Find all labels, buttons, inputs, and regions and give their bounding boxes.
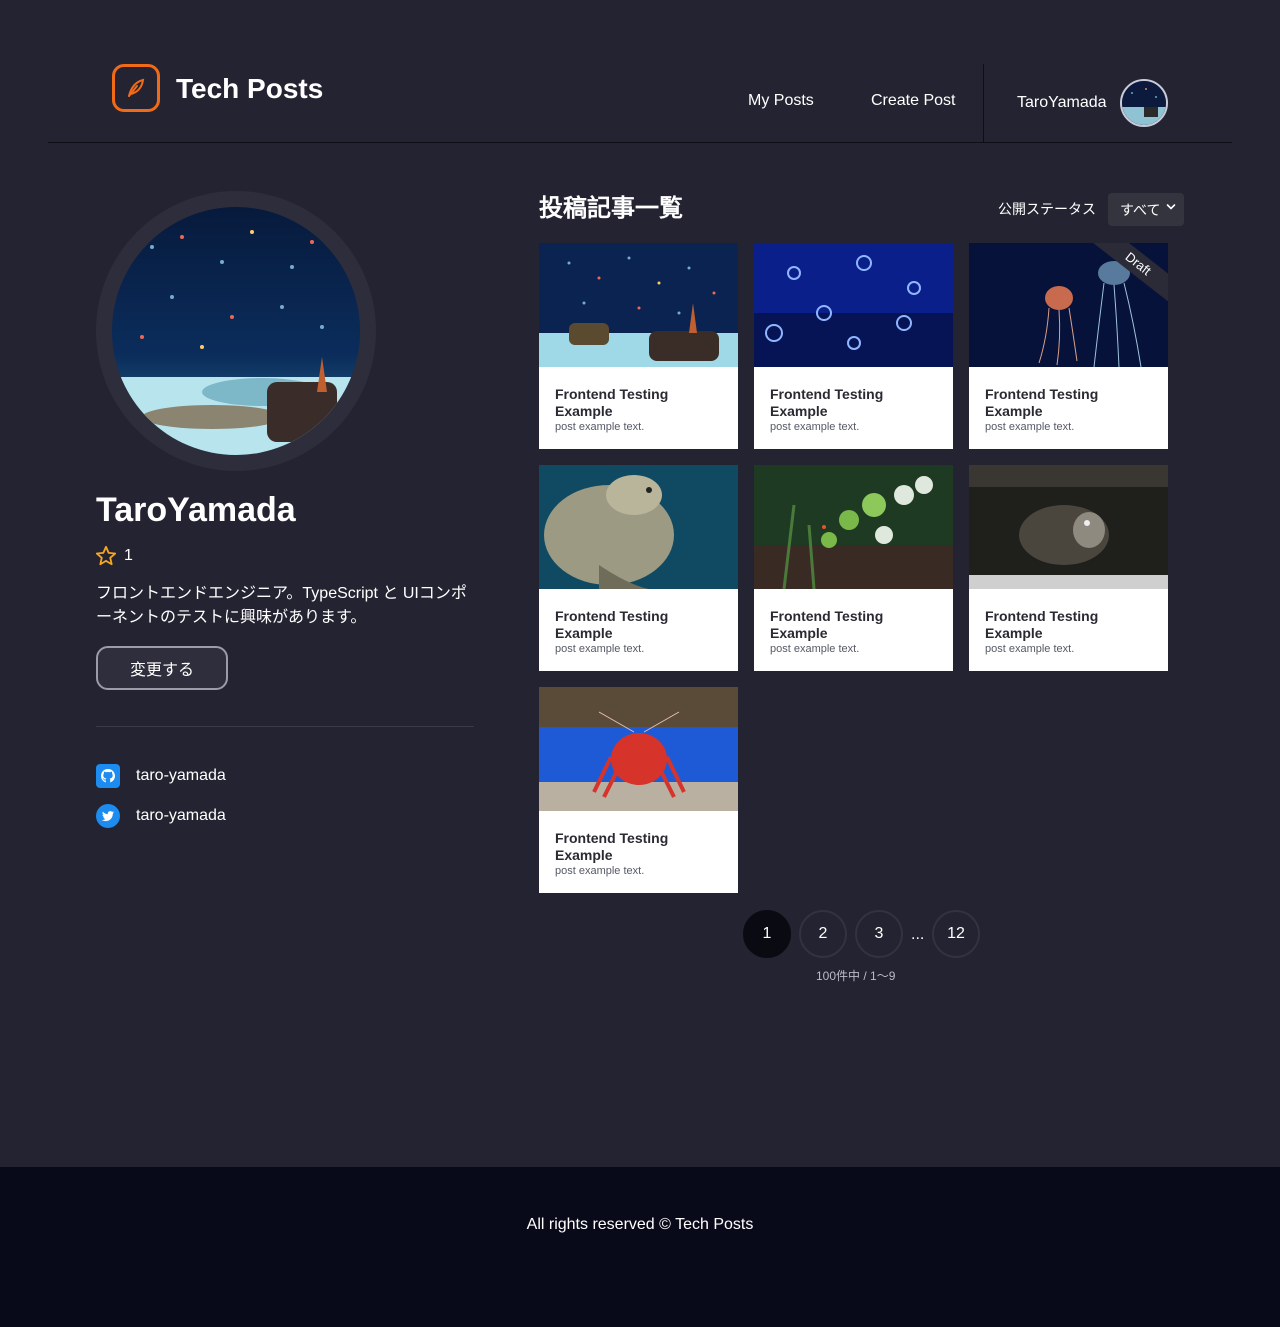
post-thumbnail xyxy=(754,243,953,367)
avatar[interactable] xyxy=(1120,79,1168,127)
github-link[interactable]: taro-yamada xyxy=(96,764,226,788)
post-title: Frontend Testing Example xyxy=(555,386,669,419)
pagination-info: 100件中 / 1〜9 xyxy=(816,969,896,983)
chevron-down-icon xyxy=(1166,204,1176,210)
post-title: Frontend Testing Example xyxy=(770,608,884,641)
header-user-name: TaroYamada xyxy=(1017,94,1107,111)
site-footer xyxy=(0,1167,1280,1327)
status-filter-value: すべて xyxy=(1120,201,1161,218)
site-header: Tech Posts My Posts Create Post TaroYama… xyxy=(48,0,1232,143)
footer-copyright: All rights reserved © Tech Posts xyxy=(526,1216,754,1233)
twitter-username: taro-yamada xyxy=(136,807,226,824)
github-username: taro-yamada xyxy=(136,767,226,784)
twitter-icon xyxy=(96,804,120,828)
divider xyxy=(96,726,474,727)
post-card[interactable]: Frontend Testing Example post example te… xyxy=(539,687,738,893)
pagination-ellipsis: ... xyxy=(911,926,925,943)
post-title: Frontend Testing Example xyxy=(555,608,669,641)
post-card[interactable]: Frontend Testing Example post example te… xyxy=(539,465,738,671)
post-card[interactable]: Frontend Testing Example post example te… xyxy=(969,465,1168,671)
nav-create-post[interactable]: Create Post xyxy=(871,91,955,111)
star-count: 1 xyxy=(124,547,133,564)
nav-my-posts[interactable]: My Posts xyxy=(748,91,814,111)
post-thumbnail xyxy=(969,465,1168,589)
post-excerpt: post example text. xyxy=(985,643,1075,655)
post-excerpt: post example text. xyxy=(555,865,645,877)
brand-name[interactable]: Tech Posts xyxy=(176,72,323,106)
status-filter-select[interactable]: すべて xyxy=(1108,193,1184,226)
post-title: Frontend Testing Example xyxy=(555,830,669,863)
github-icon xyxy=(96,764,120,788)
status-filter-label: 公開ステータス xyxy=(998,201,1096,217)
posts-title: 投稿記事一覧 xyxy=(539,195,683,222)
twitter-link[interactable]: taro-yamada xyxy=(96,804,226,828)
post-title: Frontend Testing Example xyxy=(985,608,1099,641)
post-title: Frontend Testing Example xyxy=(985,386,1099,419)
post-excerpt: post example text. xyxy=(555,421,645,433)
post-card[interactable]: Draft Frontend Testing Example post exam… xyxy=(969,243,1168,449)
post-excerpt: post example text. xyxy=(770,421,860,433)
post-thumbnail xyxy=(539,465,738,589)
edit-profile-button[interactable]: 変更する xyxy=(96,646,228,690)
post-title: Frontend Testing Example xyxy=(770,386,884,419)
post-excerpt: post example text. xyxy=(555,643,645,655)
pagination-page-1[interactable]: 1 xyxy=(743,910,791,958)
nav-divider xyxy=(983,64,984,142)
post-card[interactable]: Frontend Testing Example post example te… xyxy=(539,243,738,449)
profile-name: TaroYamada xyxy=(96,491,296,529)
post-excerpt: post example text. xyxy=(985,421,1075,433)
star-icon xyxy=(95,545,117,567)
feather-icon[interactable] xyxy=(112,64,160,112)
post-excerpt: post example text. xyxy=(770,643,860,655)
post-thumbnail xyxy=(539,687,738,811)
post-card[interactable]: Frontend Testing Example post example te… xyxy=(754,243,953,449)
profile-photo xyxy=(112,207,360,455)
post-card[interactable]: Frontend Testing Example post example te… xyxy=(754,465,953,671)
pagination-page-last[interactable]: 12 xyxy=(932,910,980,958)
pagination-page-3[interactable]: 3 xyxy=(855,910,903,958)
pagination-page-2[interactable]: 2 xyxy=(799,910,847,958)
profile-bio: フロントエンドエンジニア。TypeScript と UIコンポーネントのテストに… xyxy=(96,585,467,626)
post-thumbnail xyxy=(539,243,738,367)
post-thumbnail xyxy=(754,465,953,589)
